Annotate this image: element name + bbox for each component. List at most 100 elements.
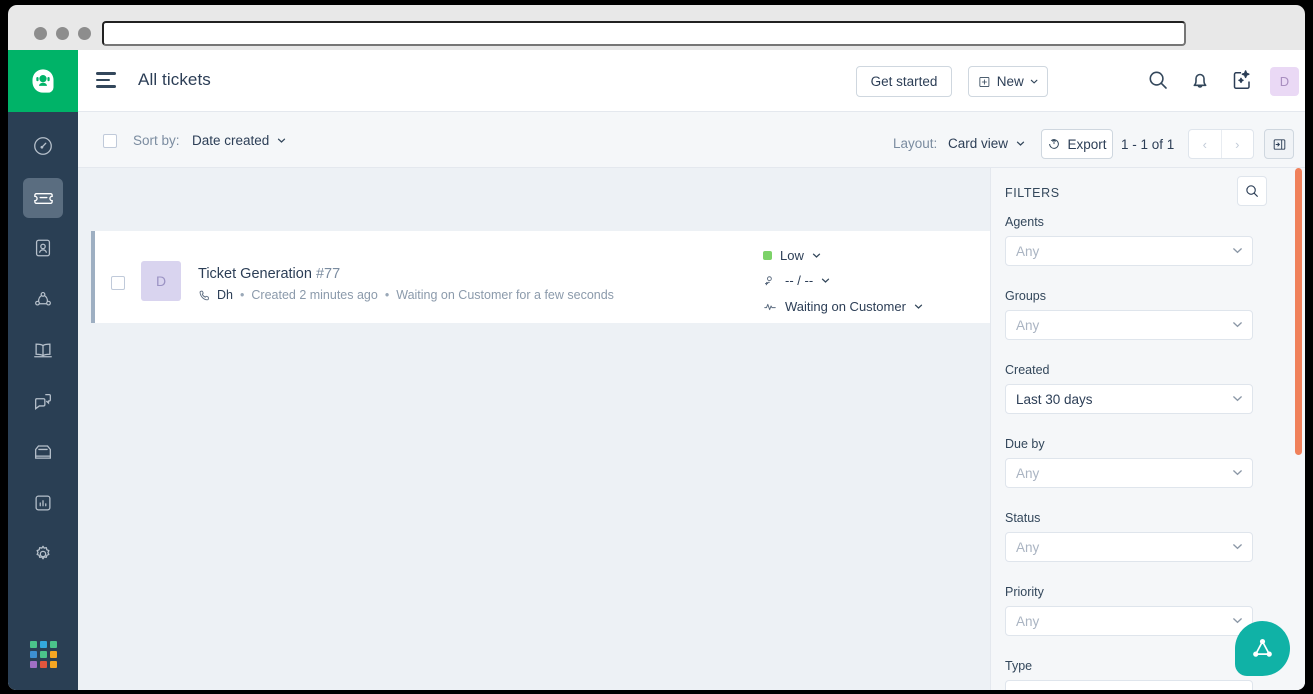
chevron-down-icon bbox=[812, 253, 820, 258]
freshworks-triangle-icon bbox=[1253, 638, 1272, 657]
freshworks-assistant-fab[interactable] bbox=[1235, 621, 1290, 676]
ticket-card[interactable]: D Ticket Generation #77 Dh • Created 2 m… bbox=[91, 231, 990, 323]
filter-label: Status bbox=[1005, 511, 1041, 525]
app-grid-cell bbox=[30, 641, 37, 648]
sort-by-dropdown[interactable]: Date created bbox=[192, 133, 286, 148]
window-maximize-dot[interactable] bbox=[78, 27, 91, 40]
chevron-down-icon bbox=[1232, 689, 1243, 690]
chevron-down-icon bbox=[822, 278, 830, 283]
filter-label: Groups bbox=[1005, 289, 1046, 303]
filter-label: Due by bbox=[1005, 437, 1045, 451]
chevron-down-icon bbox=[1233, 248, 1242, 254]
ticket-created: Created 2 minutes ago bbox=[251, 288, 378, 302]
chevron-down-icon bbox=[1233, 618, 1242, 624]
window-close-dot[interactable] bbox=[34, 27, 47, 40]
app-grid-cell bbox=[30, 661, 37, 668]
app-viewport: All tickets Get started New D Sort by: D… bbox=[8, 50, 1305, 690]
chevron-down-icon bbox=[1233, 396, 1242, 402]
ticket-checkbox[interactable] bbox=[111, 276, 125, 290]
sidebar-item-customers[interactable] bbox=[23, 279, 63, 319]
layout-label: Layout: bbox=[893, 136, 938, 151]
ticket-assignee-dropdown[interactable]: -- / -- bbox=[763, 273, 830, 288]
filter-group-agents: Agents Any bbox=[1005, 215, 1253, 266]
filter-select-status[interactable]: Any bbox=[1005, 532, 1253, 562]
filter-label: Type bbox=[1005, 659, 1033, 673]
sort-by-label: Sort by: bbox=[133, 133, 180, 148]
gauge-icon bbox=[34, 137, 52, 155]
sidebar-item-tickets[interactable] bbox=[23, 178, 63, 218]
filters-search-button[interactable] bbox=[1237, 176, 1267, 206]
select-all-checkbox[interactable] bbox=[103, 134, 117, 148]
plus-square-icon bbox=[979, 76, 990, 87]
filter-select-agents[interactable]: Any bbox=[1005, 236, 1253, 266]
filter-select-priority[interactable]: Any bbox=[1005, 606, 1253, 636]
chevron-down-icon bbox=[1233, 470, 1242, 476]
ticket-avatar: D bbox=[141, 261, 181, 301]
ticket-title[interactable]: Ticket Generation #77 bbox=[198, 266, 340, 282]
get-started-button[interactable]: Get started bbox=[856, 66, 952, 97]
search-icon[interactable] bbox=[1146, 68, 1170, 97]
sidebar-item-analytics[interactable] bbox=[23, 483, 63, 523]
browser-window: All tickets Get started New D Sort by: D… bbox=[0, 0, 1313, 694]
sidebar-item-contacts[interactable] bbox=[23, 228, 63, 268]
activity-pulse-icon bbox=[764, 303, 776, 310]
filter-group-groups: Groups Any bbox=[1005, 289, 1253, 340]
filter-group-status: Status Any bbox=[1005, 511, 1253, 562]
sidebar-item-inbox[interactable] bbox=[23, 432, 63, 472]
app-grid-cell bbox=[30, 651, 37, 658]
chevron-down-icon bbox=[277, 138, 286, 143]
chevron-down-icon bbox=[1233, 322, 1242, 328]
ai-sparkle-icon[interactable] bbox=[1230, 68, 1254, 97]
filters-scrollbar[interactable] bbox=[1295, 168, 1302, 455]
freshdesk-logo[interactable] bbox=[8, 50, 78, 112]
notifications-bell-icon[interactable] bbox=[1188, 68, 1212, 97]
panel-collapse-icon bbox=[1273, 138, 1285, 150]
ticket-status-dropdown[interactable]: Waiting on Customer bbox=[763, 299, 923, 314]
browser-chrome bbox=[8, 5, 1305, 50]
app-grid-cell bbox=[40, 651, 47, 658]
filter-value: Any bbox=[1016, 613, 1040, 629]
chevron-down-icon bbox=[914, 304, 923, 309]
ticket-status-text: Waiting on Customer for a few seconds bbox=[396, 288, 614, 302]
export-icon bbox=[1049, 138, 1060, 149]
person-card-icon bbox=[35, 239, 51, 257]
user-avatar[interactable]: D bbox=[1270, 67, 1299, 96]
person-add-icon bbox=[764, 275, 772, 285]
filter-select-created[interactable]: Last 30 days bbox=[1005, 384, 1253, 414]
pagination-controls: ‹ › bbox=[1188, 129, 1254, 159]
ticket-subject: Ticket Generation bbox=[198, 266, 312, 282]
export-button[interactable]: Export bbox=[1041, 129, 1113, 159]
filter-select-groups[interactable]: Any bbox=[1005, 310, 1253, 340]
filters-title: FILTERS bbox=[1005, 186, 1060, 200]
sidebar-item-dashboard[interactable] bbox=[23, 126, 63, 166]
ticket-priority-dropdown[interactable]: Low bbox=[763, 248, 821, 263]
ticket-id: #77 bbox=[315, 266, 341, 282]
app-grid-cell bbox=[40, 661, 47, 668]
ticket-meta: Dh • Created 2 minutes ago • Waiting on … bbox=[198, 288, 614, 302]
app-grid-cell bbox=[50, 651, 57, 658]
url-input[interactable] bbox=[102, 21, 1186, 46]
filter-select-due-by[interactable]: Any bbox=[1005, 458, 1253, 488]
book-icon bbox=[34, 343, 52, 358]
filter-value: Any bbox=[1016, 688, 1039, 691]
next-page-button[interactable]: › bbox=[1222, 130, 1254, 158]
sidebar-item-solutions[interactable] bbox=[23, 330, 63, 370]
filter-label: Created bbox=[1005, 363, 1050, 377]
layout-dropdown[interactable]: Card view bbox=[948, 136, 1025, 151]
filter-label: Priority bbox=[1005, 585, 1044, 599]
toggle-filters-panel-button[interactable] bbox=[1264, 129, 1294, 159]
sidebar-item-chat[interactable] bbox=[23, 381, 63, 421]
list-toolbar: Sort by: Date created Layout: Card view … bbox=[78, 112, 1305, 168]
app-switcher-grid[interactable] bbox=[30, 641, 57, 668]
sidebar-item-admin[interactable] bbox=[23, 534, 63, 574]
menu-toggle-icon[interactable] bbox=[96, 72, 118, 90]
chat-bubbles-icon bbox=[35, 393, 51, 410]
priority-color-dot bbox=[763, 251, 772, 260]
new-button[interactable]: New bbox=[968, 66, 1048, 97]
page-title: All tickets bbox=[138, 70, 211, 89]
window-minimize-dot[interactable] bbox=[56, 27, 69, 40]
prev-page-button[interactable]: ‹ bbox=[1189, 130, 1222, 158]
meta-separator: • bbox=[384, 288, 390, 302]
filter-value: Any bbox=[1016, 465, 1040, 481]
filter-select-type[interactable]: Any bbox=[1005, 680, 1253, 690]
